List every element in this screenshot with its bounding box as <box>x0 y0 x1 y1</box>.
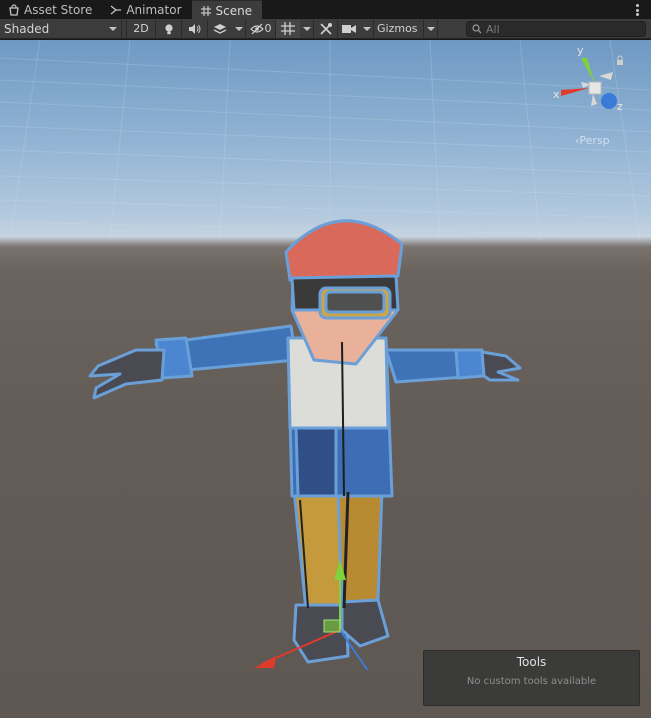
search-icon <box>472 24 482 34</box>
z-axis-cone[interactable] <box>601 93 617 109</box>
tools-overlay-title: Tools <box>516 655 547 669</box>
gizmo-center-cube[interactable] <box>588 81 602 95</box>
camera-dropdown[interactable] <box>360 19 374 38</box>
camera-settings-button[interactable] <box>338 20 360 38</box>
effects-dropdown[interactable] <box>232 19 246 38</box>
move-plane-handle[interactable] <box>323 619 341 633</box>
grid-dropdown[interactable] <box>300 19 314 38</box>
camera-icon <box>342 24 356 33</box>
projection-label[interactable]: ‹Persp <box>575 134 610 147</box>
more-options-icon[interactable] <box>631 2 643 18</box>
tab-animator[interactable]: Animator <box>102 0 191 20</box>
tab-asset-store[interactable]: Asset Store <box>0 0 102 20</box>
gizmos-label: Gizmos <box>377 22 418 35</box>
animator-icon <box>110 4 122 16</box>
z-axis-label: z <box>617 100 623 113</box>
orientation-gizmo[interactable]: y x z <box>553 44 633 126</box>
grid-toggle-button[interactable] <box>276 19 300 38</box>
hidden-eye-icon <box>249 23 264 34</box>
store-icon <box>8 4 20 16</box>
tab-label: Animator <box>126 3 182 17</box>
y-axis-label: y <box>577 46 584 57</box>
tab-scene[interactable]: Scene <box>191 0 263 20</box>
projection-text: Persp <box>579 134 610 147</box>
scene-search-box[interactable] <box>466 21 646 37</box>
light-bulb-icon <box>164 23 173 34</box>
layers-icon <box>213 23 227 34</box>
lighting-toggle-button[interactable] <box>156 19 182 38</box>
2d-toggle-button[interactable]: 2D <box>126 19 156 38</box>
chevron-down-icon <box>362 26 371 31</box>
tools-toggle-button[interactable] <box>314 19 338 38</box>
tab-label: Asset Store <box>24 3 93 17</box>
lock-icon[interactable] <box>617 60 623 65</box>
shading-mode-dropdown[interactable]: Shaded <box>0 19 122 38</box>
search-input[interactable] <box>486 22 636 36</box>
window-tab-bar: Asset Store Animator Scene <box>0 0 651 20</box>
tools-icon <box>319 22 332 35</box>
chevron-down-icon <box>302 26 311 31</box>
scene-viewport[interactable]: y x z ‹Persp Tools No custom tools avail… <box>0 40 651 718</box>
move-x-arrow[interactable] <box>254 656 276 668</box>
y-axis-cone[interactable] <box>581 58 595 84</box>
scene-grid-icon <box>200 5 212 17</box>
chevron-down-icon <box>426 26 435 31</box>
x-axis-cone[interactable] <box>561 88 589 96</box>
tools-overlay-message: No custom tools available <box>466 676 597 687</box>
gizmos-button[interactable]: Gizmos <box>374 19 424 38</box>
audio-toggle-button[interactable] <box>182 19 208 38</box>
hidden-objects-count: 0 <box>264 22 272 35</box>
tools-overlay-panel: Tools No custom tools available <box>423 650 640 706</box>
grid-icon <box>281 22 295 35</box>
chevron-down-icon <box>234 26 243 31</box>
chevron-down-icon <box>109 26 117 31</box>
speaker-icon <box>189 23 201 34</box>
tab-label: Scene <box>215 3 253 18</box>
2d-label: 2D <box>133 22 149 35</box>
shading-mode-value: Shaded <box>4 21 50 36</box>
character-model[interactable] <box>86 200 526 670</box>
scene-visibility-button[interactable]: 0 <box>246 19 276 38</box>
gizmos-dropdown[interactable] <box>424 19 438 38</box>
effects-toggle-button[interactable] <box>208 20 232 38</box>
x-axis-label: x <box>553 88 560 101</box>
scene-toolbar: Shaded 2D 0 Gizmos <box>0 19 651 39</box>
